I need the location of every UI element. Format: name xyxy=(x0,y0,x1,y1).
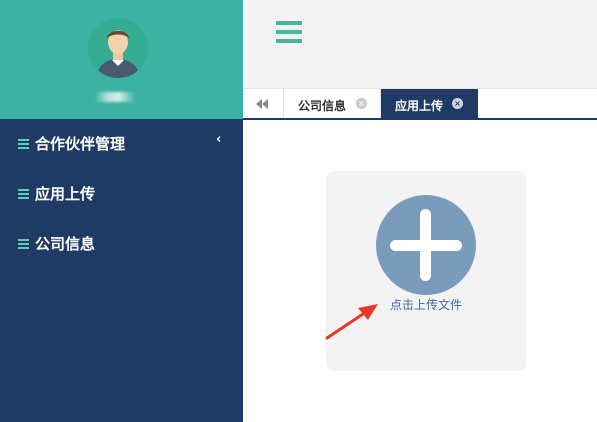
user-avatar-icon xyxy=(88,18,148,78)
tab-label: 公司信息 xyxy=(298,99,347,113)
tab-label: 应用上传 xyxy=(395,99,444,113)
list-icon xyxy=(18,189,29,199)
avatar[interactable] xyxy=(88,18,148,78)
upload-button[interactable] xyxy=(376,195,476,295)
sidebar-item-label: 合作伙伴管理 xyxy=(35,135,126,153)
tab-app-upload[interactable]: 应用上传 × xyxy=(381,89,478,119)
sidebar-item-label: 应用上传 xyxy=(35,185,96,203)
sidebar-item-label: 公司信息 xyxy=(35,235,96,253)
tab-company-info[interactable]: 公司信息 × xyxy=(284,89,381,119)
sidebar-item-partner-management[interactable]: 合作伙伴管理 xyxy=(0,129,243,159)
close-icon[interactable]: × xyxy=(356,98,367,109)
red-arrow-icon xyxy=(325,304,378,340)
double-chevron-left-icon xyxy=(256,99,268,109)
sidebar-item-company-info[interactable]: 公司信息 xyxy=(0,229,243,259)
sidebar-header xyxy=(0,0,243,119)
tab-scroll-back-button[interactable] xyxy=(243,89,284,119)
hamburger-icon[interactable] xyxy=(276,21,302,43)
tab-bar-underline xyxy=(243,118,597,120)
top-header xyxy=(243,0,597,88)
chevron-left-icon[interactable]: ‹ xyxy=(216,133,221,146)
tab-bar: 公司信息 × 应用上传 × xyxy=(243,88,597,119)
sidebar-item-app-upload[interactable]: 应用上传 xyxy=(0,179,243,209)
username-text xyxy=(95,92,135,102)
list-icon xyxy=(18,139,29,149)
list-icon xyxy=(18,239,29,249)
close-icon[interactable]: × xyxy=(452,98,463,109)
sidebar-nav xyxy=(0,119,243,422)
